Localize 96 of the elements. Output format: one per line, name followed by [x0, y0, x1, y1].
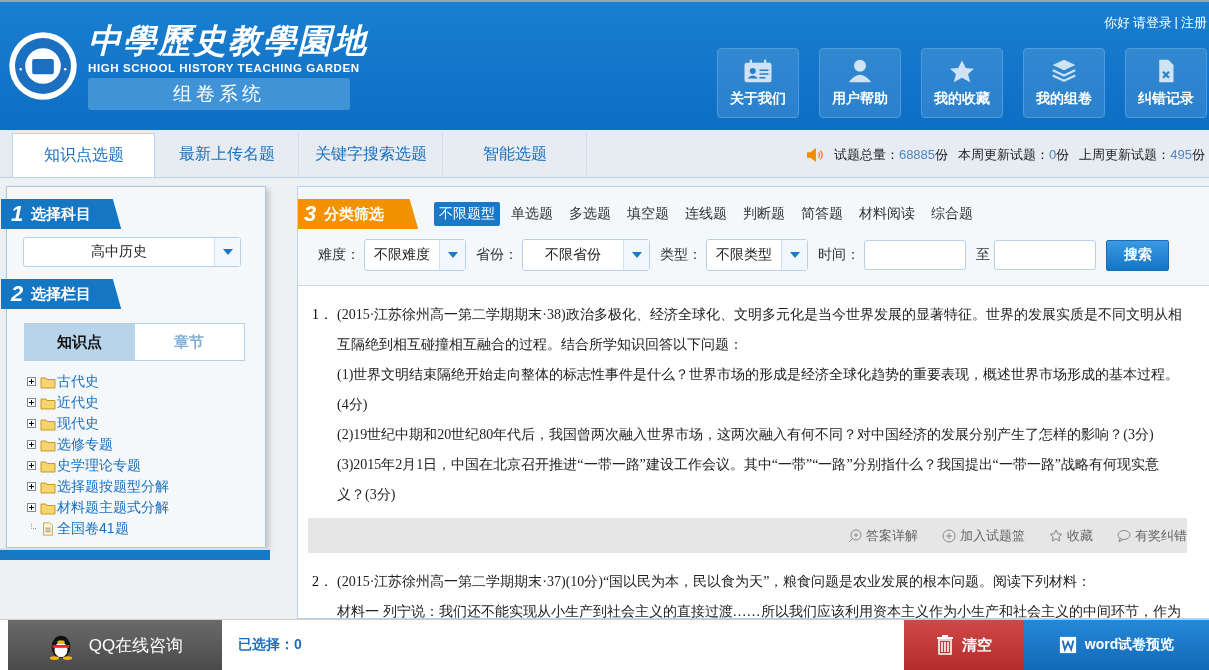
id-card-icon [743, 58, 773, 83]
qq-consult-button[interactable]: QQ在线咨询 [8, 620, 222, 670]
type-filter[interactable]: 材料阅读 [854, 202, 921, 226]
tab[interactable]: 最新上传名题 [156, 133, 299, 175]
question-action[interactable]: 答案详解 [848, 526, 918, 545]
range-separator: 至 [976, 246, 990, 264]
folder-icon [40, 479, 56, 494]
layers-icon [1049, 58, 1079, 83]
type-filter[interactable]: 连线题 [680, 202, 733, 226]
expand-icon[interactable] [27, 482, 36, 491]
filter-label: 类型： [660, 246, 702, 264]
system-label: 组卷系统 [88, 78, 350, 110]
trash-icon [936, 635, 954, 655]
expand-icon[interactable] [27, 503, 36, 512]
greeting-text: 你好 [1103, 14, 1130, 32]
question-number: 2． [312, 573, 334, 591]
expand-icon[interactable] [27, 419, 36, 428]
expand-icon[interactable] [27, 377, 36, 386]
link-separator: | [1174, 14, 1178, 31]
dropdown-arrow-icon [447, 252, 458, 258]
date-input[interactable] [994, 240, 1096, 270]
star-icon [1049, 528, 1063, 543]
nav-button[interactable]: 纠错记录 [1125, 48, 1207, 118]
site-title: 中學歷史教學園地 [88, 22, 368, 60]
folder-icon [40, 416, 56, 431]
question-text: (1)世界文明结束隔绝开始走向整体的标志性事件是什么？世界市场的形成是经济全球化趋势的重要表现，概述世界市场形成的基本过程。(4分) [337, 366, 1181, 414]
step-ribbon: 2 选择栏目 [1, 279, 122, 309]
nav-button[interactable]: 我的组卷 [1023, 48, 1105, 118]
folder-icon [40, 500, 56, 515]
zoom-icon [848, 528, 862, 543]
expand-icon[interactable] [27, 461, 36, 470]
tab[interactable]: 知识点选题 [12, 133, 155, 177]
stat-text: 试题总量：68885份 [833, 146, 949, 164]
question-text: (2015·江苏徐州高一第二学期期末·38)政治多极化、经济全球化、文明多元化是当今世界发展的显著特征。世界的发展实质是不同文明从相互隔绝到相互碰撞相互融合的过程。结合所学知识回答以下问题： [337, 306, 1183, 354]
search-button[interactable]: 搜索 [1106, 239, 1169, 271]
tree-item[interactable]: 全国卷41题 [57, 519, 129, 538]
segment-tab[interactable]: 知识点 [25, 324, 135, 360]
stat-text: 上周更新试题：495份 [1079, 146, 1205, 164]
question-text: 材料一 列宁说：我们还不能实现从小生产到社会主义的直接过渡……所以我们应该利用资本主义作为小生产和社会主义的中间环节，作为 [337, 603, 1182, 618]
question-text: (2)19世纪中期和20世纪80年代后，我国曾两次融入世界市场，这两次融入有何不同？对中国经济的发展分别产生了怎样的影响？(3分) [337, 426, 1155, 444]
step-ribbon: 1 选择科目 [1, 199, 122, 229]
question-action[interactable]: 收藏 [1049, 526, 1093, 545]
site-subtitle: HIGH SCHOOL HISTORY TEACHING GARDEN [88, 62, 360, 74]
word-preview-button[interactable]: word试卷预览 [1024, 620, 1209, 670]
filter-label: 时间： [818, 246, 860, 264]
document-icon [40, 521, 56, 536]
question-action[interactable]: 有奖纠错 [1117, 526, 1187, 545]
word-document-icon [1058, 635, 1077, 655]
date-input[interactable] [864, 240, 966, 270]
stat-text: 本周更新试题：0份 [958, 146, 1070, 164]
expand-icon[interactable] [27, 398, 36, 407]
tree-item[interactable]: 近代史 [57, 393, 99, 412]
clear-button[interactable]: 清空 [904, 620, 1024, 670]
filter-select[interactable]: 不限类型 [706, 239, 808, 271]
comment-icon [1117, 528, 1131, 543]
question-text: (2015·江苏徐州高一第二学期期末·37)(10分)“国以民为本，民以食为天”，粮食问题是农业发展的根本问题。阅读下列材料： [337, 573, 1093, 591]
folder-icon [40, 374, 56, 389]
dropdown-arrow-icon [631, 252, 642, 258]
register-link[interactable]: 注册 [1181, 14, 1207, 32]
tab[interactable]: 关键字搜索选题 [300, 133, 443, 175]
type-filter[interactable]: 多选题 [564, 202, 617, 226]
expand-icon[interactable] [27, 440, 36, 449]
folder-icon [40, 458, 56, 473]
filter-label: 省份： [476, 246, 518, 264]
nav-button[interactable]: 用户帮助 [819, 48, 901, 118]
nav-button[interactable]: 关于我们 [717, 48, 799, 118]
filter-select[interactable]: 不限难度 [364, 239, 466, 271]
type-filter[interactable]: 简答题 [796, 202, 849, 226]
type-filter[interactable]: 不限题型 [434, 202, 501, 226]
tree-item[interactable]: 选修专题 [57, 435, 113, 454]
tree-item[interactable]: 选择题按题型分解 [57, 477, 169, 496]
nav-button[interactable]: 我的收藏 [921, 48, 1003, 118]
tree-item[interactable]: 古代史 [57, 372, 99, 391]
dropdown-arrow-icon [222, 249, 233, 255]
folder-icon [40, 395, 56, 410]
type-filter[interactable]: 单选题 [506, 202, 559, 226]
tree-item[interactable]: 史学理论专题 [57, 456, 141, 475]
login-link[interactable]: 请登录 [1132, 14, 1172, 32]
filter-select[interactable]: 不限省份 [522, 239, 650, 271]
type-filter[interactable]: 判断题 [738, 202, 791, 226]
tab[interactable]: 智能选题 [444, 133, 587, 175]
type-filter[interactable]: 填空题 [622, 202, 675, 226]
question-action[interactable]: 加入试题篮 [942, 526, 1025, 545]
speaker-icon [805, 147, 824, 163]
subject-select[interactable]: 高中历史 [23, 237, 241, 267]
question-text: (3)2015年2月1日，中国在北京召开推进“一带一路”建设工作会议。其中“一带”“一路”分别指什么？我国提出“一带一路”战略有何现实意义？(3分) [337, 456, 1161, 504]
folder-icon [40, 437, 56, 452]
selected-count: 已选择：0 [238, 636, 302, 654]
type-filter[interactable]: 综合题 [926, 202, 979, 226]
dropdown-arrow-icon [789, 252, 800, 258]
tree-item[interactable]: 材料题主题式分解 [57, 498, 169, 517]
add-icon [942, 528, 956, 543]
tree-item[interactable]: 现代史 [57, 414, 99, 433]
question-number: 1． [312, 306, 334, 324]
filter-label: 难度： [318, 246, 360, 264]
step-ribbon: 3 分类筛选 [298, 199, 419, 229]
